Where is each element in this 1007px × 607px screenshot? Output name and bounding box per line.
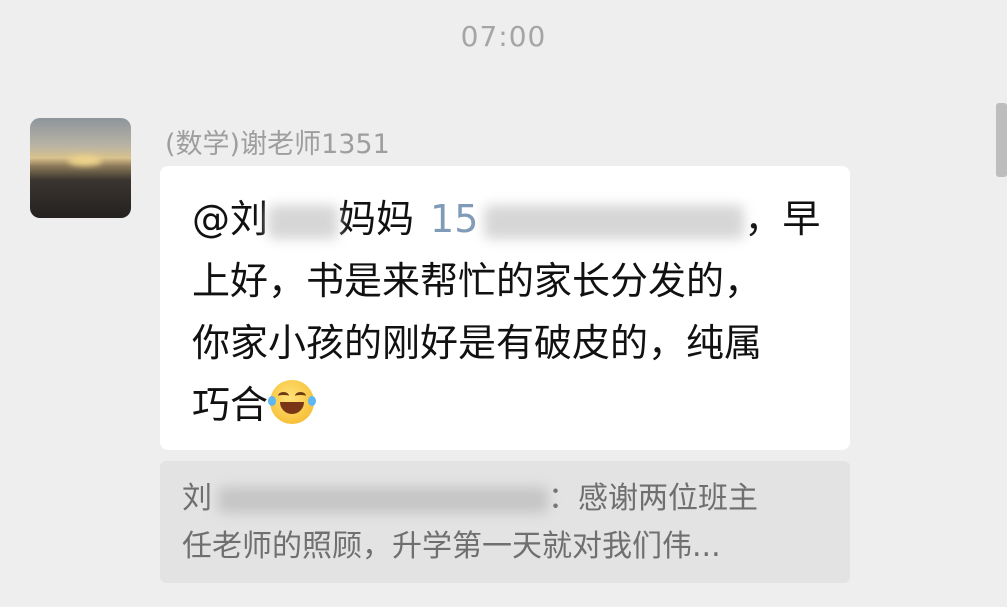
message-line-4-text: 巧合 (192, 383, 269, 427)
redacted-name (268, 204, 339, 239)
quote-sender: 刘 (182, 481, 212, 516)
quote-text-1: ：感谢两位班主 (548, 481, 758, 516)
quoted-message[interactable]: 刘 ：感谢两位班主 任老师的照顾，升学第一天就对我们伟... (160, 461, 850, 583)
mention-suffix: 妈妈 (338, 197, 415, 241)
sunset-sun (68, 156, 102, 166)
sender-name: (数学)谢老师1351 (165, 129, 390, 160)
redacted-quote-name (218, 486, 548, 513)
laughing-tears-emoji (268, 380, 317, 424)
phone-prefix: 15 (430, 197, 479, 241)
scrollbar[interactable] (996, 103, 1007, 177)
message-line-4: 巧合 (192, 374, 824, 436)
message-bubble[interactable]: @刘 妈妈 15 ，早 上好，书是来帮忙的家长分发的， 你家小孩的刚好是有破皮的，纯属… (160, 166, 850, 450)
quote-line-2: 任老师的照顾，升学第一天就对我们伟... (182, 529, 721, 564)
message-line-1: @刘 妈妈 15 ，早 (192, 188, 824, 250)
redacted-phone (484, 204, 745, 239)
message-line-2: 上好，书是来帮忙的家长分发的， (192, 259, 763, 303)
quote-line-1: 刘 ：感谢两位班主 (182, 475, 828, 523)
chat-timestamp: 07:00 (460, 20, 547, 53)
mention-prefix: @刘 (192, 197, 269, 241)
sender-avatar[interactable] (30, 118, 131, 218)
message-line-1-end: ，早 (744, 197, 821, 241)
message-line-3: 你家小孩的刚好是有破皮的，纯属 (192, 321, 763, 365)
